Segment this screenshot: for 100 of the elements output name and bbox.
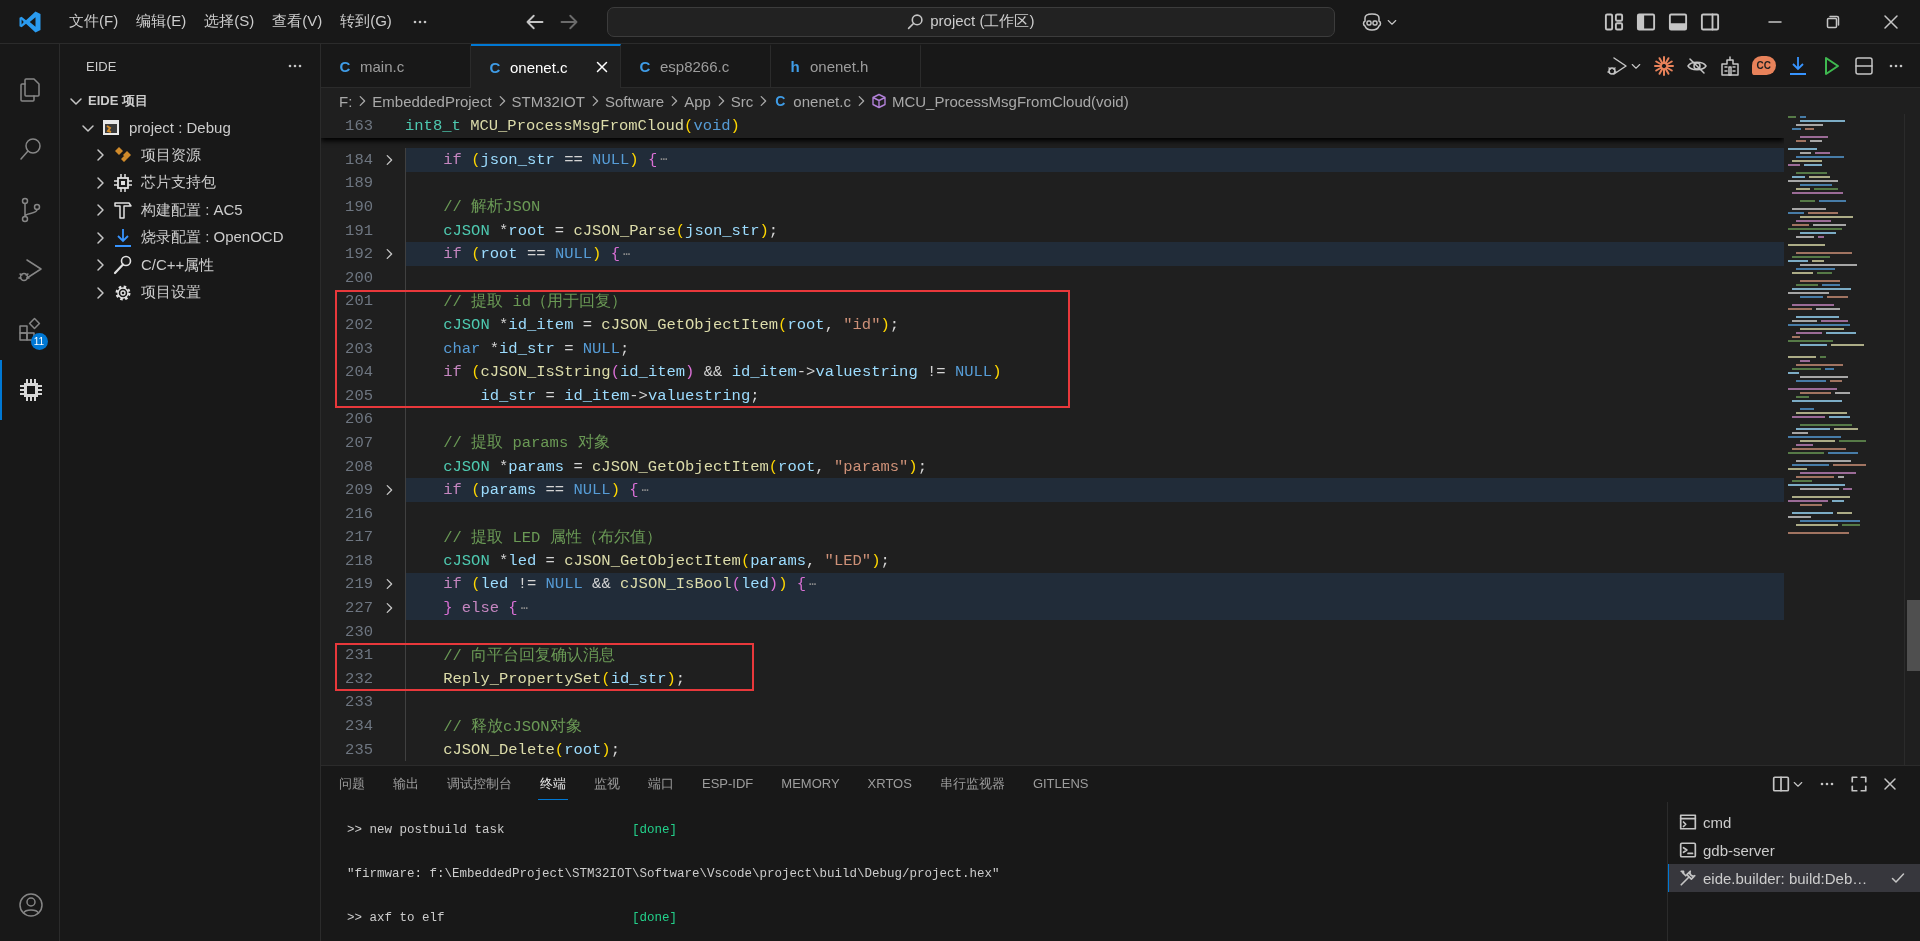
breadcrumb-item[interactable]: F: <box>339 92 353 110</box>
close-icon[interactable] <box>1882 776 1898 792</box>
split-terminal-icon[interactable] <box>1772 775 1790 793</box>
tree-item[interactable]: 构建配置 : AC5 <box>141 200 243 220</box>
line-number: 230 <box>344 622 373 641</box>
panel-tab[interactable]: ESP-IDF <box>700 770 756 798</box>
sidebar-title: EIDE <box>86 58 117 74</box>
panel-tab[interactable]: XRTOS <box>865 770 914 798</box>
scrollbar-thumb[interactable] <box>1907 600 1920 671</box>
menu-item[interactable]: 选择(S) <box>195 8 264 35</box>
account-icon[interactable] <box>16 891 45 919</box>
line-number: 191 <box>344 221 373 240</box>
breadcrumb-item[interactable]: Src <box>730 92 754 110</box>
breadcrumb-item[interactable]: EmbeddedProject <box>372 92 492 110</box>
line-number: 209 <box>344 481 373 500</box>
code-line: // 解析JSON <box>405 195 1784 219</box>
restore-icon[interactable] <box>1825 13 1841 30</box>
tree-item[interactable]: 烧录配置 : OpenOCD <box>141 228 284 248</box>
app-logo-icon <box>18 9 42 34</box>
search-icon <box>907 13 925 30</box>
file-type-icon: C <box>773 93 788 109</box>
tree-item[interactable]: 项目设置 <box>141 283 201 303</box>
menu-item[interactable]: 转到(G) <box>331 8 401 35</box>
file-type-icon: C <box>338 58 352 75</box>
breadcrumb-item[interactable]: STM32IOT <box>511 92 585 110</box>
count-badge: 11 <box>30 333 48 350</box>
breadcrumb-item[interactable]: onenet.c <box>793 92 851 110</box>
line-number: 205 <box>344 386 373 405</box>
maximize-icon[interactable] <box>1850 775 1868 793</box>
panel-tab[interactable]: 串行监视器 <box>937 768 1007 800</box>
panel-tab[interactable]: MEMORY <box>779 770 842 798</box>
command-center[interactable]: project (工作区) <box>606 6 1335 37</box>
chat-bubble-button[interactable]: CC <box>1751 56 1776 75</box>
tree-item[interactable]: 芯片支持包 <box>141 173 216 193</box>
bottom-panel-icon[interactable] <box>1668 11 1688 32</box>
terminal-line: >> axf to elf <box>347 911 446 925</box>
code-line: // 提取 params 对象 <box>405 431 1784 455</box>
run-debug-icon[interactable] <box>1605 54 1628 77</box>
code-line: // 释放cJSON对象 <box>405 714 1784 738</box>
tree-item[interactable]: 项目资源 <box>141 145 201 165</box>
line-number: 190 <box>344 198 373 216</box>
layout-icon[interactable] <box>1604 11 1624 32</box>
breadcrumb-item[interactable]: Software <box>604 92 665 110</box>
secondary-sidebar-icon[interactable] <box>1700 11 1720 32</box>
line-number: 184 <box>344 150 373 169</box>
chip-icon <box>113 172 133 193</box>
code-line: if (cJSON_IsString(id_item) && id_item->valuestring != NULL) <box>405 360 1784 384</box>
breadcrumb-item[interactable]: MCU_ProcessMsgFromCloud(void) <box>891 92 1129 110</box>
line-number: 219 <box>344 575 373 594</box>
status-text: [done] <box>632 911 678 925</box>
line-number: 231 <box>344 646 373 665</box>
panel-tab[interactable]: 调试控制台 <box>445 768 514 800</box>
code-line: id_str = id_item->valuestring; <box>405 383 1784 408</box>
primary-sidebar-icon[interactable] <box>1636 11 1656 32</box>
breadcrumb-item[interactable]: App <box>684 92 711 110</box>
download-icon <box>113 227 133 248</box>
tools-icon <box>1679 869 1697 887</box>
line-number: 227 <box>344 599 373 618</box>
panel-tab[interactable]: GITLENS <box>1030 770 1091 798</box>
line-number: 163 <box>344 117 373 135</box>
menu-item[interactable]: 查看(V) <box>263 8 332 35</box>
split-editor-icon[interactable] <box>1853 54 1875 77</box>
panel-tab[interactable]: 终端 <box>538 768 568 800</box>
line-number: 204 <box>344 363 373 382</box>
line-number: 206 <box>344 410 373 429</box>
line-number: 189 <box>344 174 373 193</box>
terminal-item[interactable]: cmd <box>1668 808 1920 836</box>
editor-tab[interactable]: C onenet.c <box>471 44 621 88</box>
panel-tab[interactable]: 问题 <box>337 768 367 800</box>
tree-item[interactable]: C/C++属性 <box>141 255 215 275</box>
line-number: 218 <box>344 551 373 570</box>
line-number: 200 <box>344 268 373 287</box>
terminal-item[interactable]: eide.builder: build:Deb… <box>1668 864 1920 892</box>
section-header[interactable]: EIDE 项目 <box>88 92 148 110</box>
status-text: [done] <box>632 823 678 837</box>
close-icon[interactable] <box>1883 13 1899 30</box>
panel-tab[interactable]: 监视 <box>592 768 622 800</box>
line-number: 217 <box>344 528 373 547</box>
panel-tab[interactable]: 端口 <box>646 768 676 800</box>
line-number: 232 <box>344 669 373 688</box>
line-number: 233 <box>344 693 373 712</box>
run-debug-icon[interactable] <box>16 256 45 284</box>
file-type-icon: C <box>488 58 502 76</box>
tree-item[interactable]: project : Debug <box>129 119 231 137</box>
menu-item[interactable]: 编辑(E) <box>127 8 196 35</box>
line-number: 207 <box>344 433 373 452</box>
line-number: 208 <box>344 457 373 476</box>
panel-tab[interactable]: 输出 <box>391 768 421 800</box>
line-number: 192 <box>344 245 373 264</box>
menu-item[interactable]: 文件(F) <box>60 8 128 35</box>
close-icon[interactable] <box>594 59 610 75</box>
file-type-icon: C <box>638 58 652 75</box>
line-number: 201 <box>344 292 373 311</box>
download-icon[interactable] <box>1787 54 1809 77</box>
terminal-item[interactable]: gdb-server <box>1668 836 1920 864</box>
goggles-icon <box>1360 11 1383 32</box>
project-icon <box>101 117 121 138</box>
building-icon[interactable] <box>1718 54 1741 77</box>
terminal-line: >> new postbuild task <box>347 823 506 837</box>
starburst-icon[interactable] <box>1652 54 1675 77</box>
